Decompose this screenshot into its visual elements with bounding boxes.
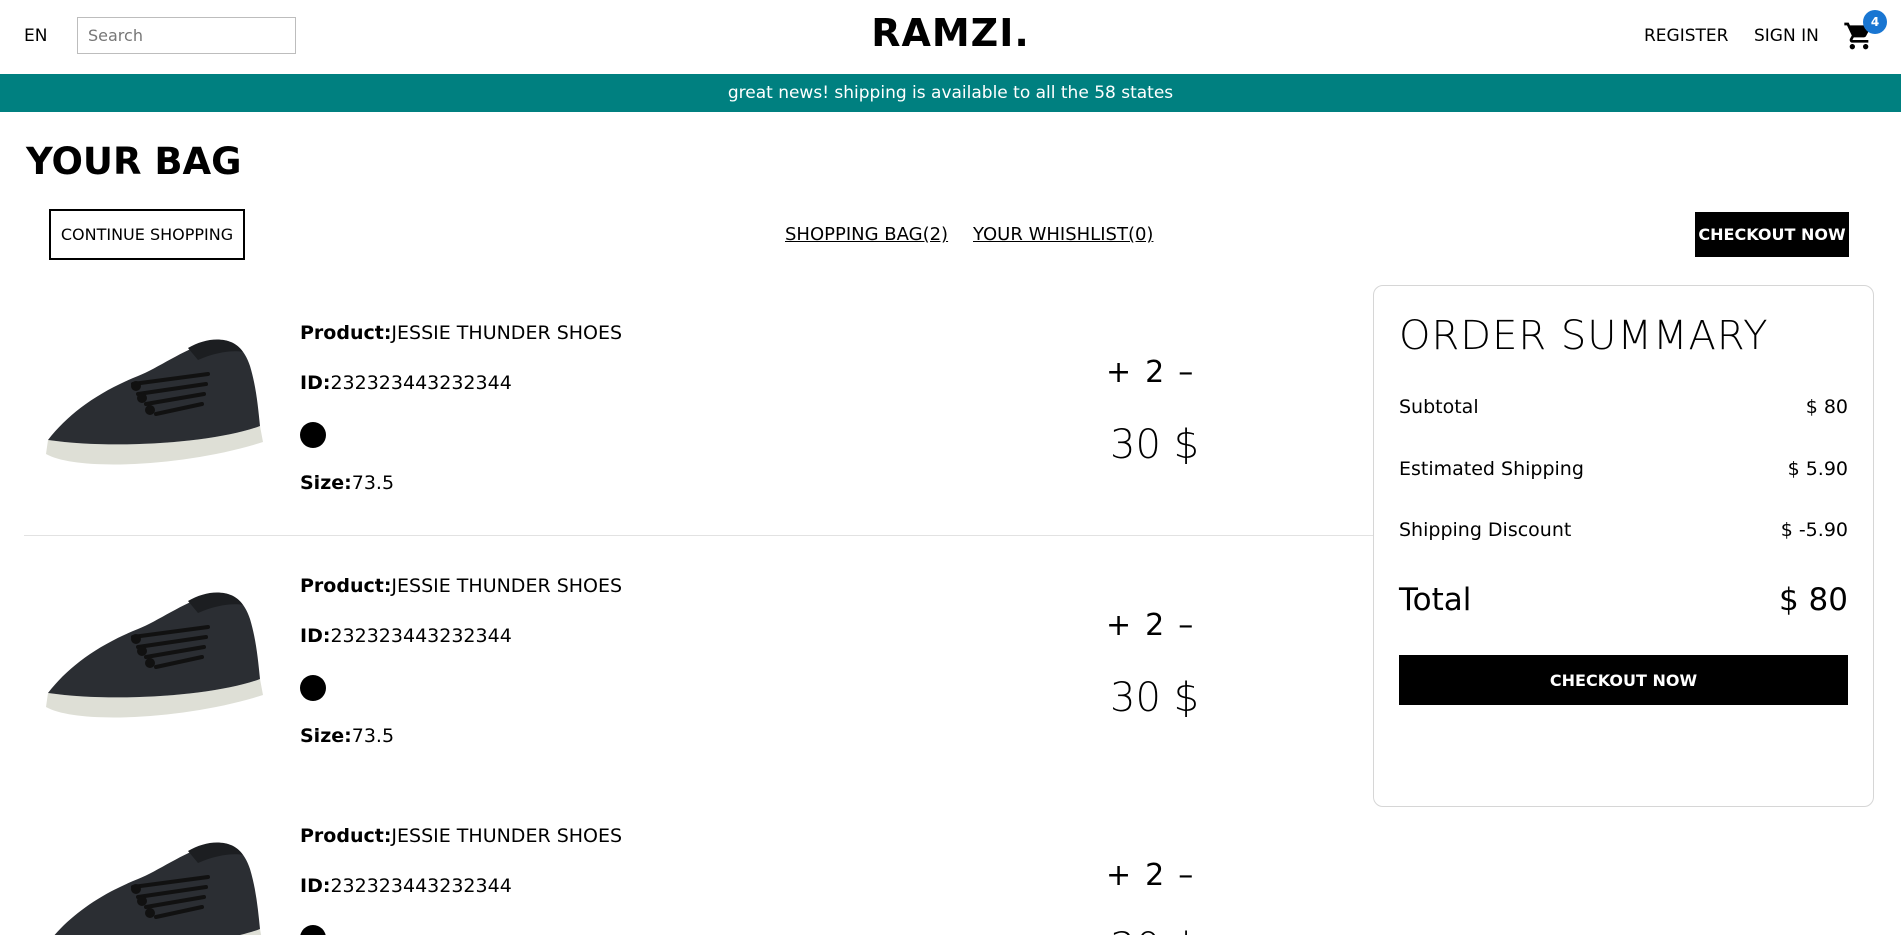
product-label: Product: bbox=[300, 322, 392, 344]
cart-count-badge: 4 bbox=[1863, 10, 1887, 34]
product-label: Product: bbox=[300, 575, 392, 597]
cart-button[interactable]: 4 bbox=[1843, 10, 1887, 52]
shopping-bag-link[interactable]: SHOPPING BAG(2) bbox=[785, 224, 948, 245]
product-name-line: Product:JESSIE THUNDER SHOES bbox=[300, 575, 622, 597]
id-label: ID: bbox=[300, 875, 331, 897]
quantity-value: 2 bbox=[1145, 355, 1165, 390]
product-price: 30 $ bbox=[1110, 925, 1199, 935]
id-label: ID: bbox=[300, 372, 331, 394]
product-name: JESSIE THUNDER SHOES bbox=[391, 575, 623, 597]
quantity-stepper: + 2 – bbox=[1106, 858, 1193, 893]
search-input[interactable] bbox=[88, 26, 285, 45]
increase-quantity-button[interactable]: + bbox=[1106, 608, 1131, 643]
product-image bbox=[46, 592, 263, 718]
size-label: Size: bbox=[300, 472, 352, 494]
language-selector[interactable]: EN bbox=[24, 26, 47, 46]
search-box[interactable] bbox=[77, 17, 296, 54]
summary-subtotal-row: Subtotal $ 80 bbox=[1399, 396, 1848, 418]
shipping-label: Estimated Shipping bbox=[1399, 458, 1584, 480]
continue-shopping-button[interactable]: CONTINUE SHOPPING bbox=[49, 209, 245, 260]
product-size-line: Size:73.5 bbox=[300, 472, 394, 494]
product-size: 73.5 bbox=[351, 725, 395, 747]
decrease-quantity-button[interactable]: – bbox=[1178, 355, 1193, 390]
checkout-now-top-button[interactable]: CHECKOUT NOW bbox=[1695, 212, 1849, 257]
shipping-value: $ 5.90 bbox=[1787, 458, 1848, 480]
announcement-bar: great news! shipping is available to all… bbox=[0, 74, 1901, 112]
product-id: 232323443232344 bbox=[330, 625, 512, 647]
product-color-swatch bbox=[300, 925, 326, 935]
product-color-swatch bbox=[300, 422, 326, 448]
quantity-value: 2 bbox=[1145, 858, 1165, 893]
decrease-quantity-button[interactable]: – bbox=[1178, 858, 1193, 893]
item-divider bbox=[24, 535, 1374, 536]
product-size: 73.5 bbox=[351, 472, 395, 494]
product-name: JESSIE THUNDER SHOES bbox=[391, 825, 623, 847]
total-value: $ 80 bbox=[1778, 582, 1848, 618]
summary-title: ORDER SUMMARY bbox=[1399, 313, 1769, 359]
product-label: Product: bbox=[300, 825, 392, 847]
product-name-line: Product:JESSIE THUNDER SHOES bbox=[300, 825, 622, 847]
total-label: Total bbox=[1399, 582, 1472, 618]
checkout-now-button[interactable]: CHECKOUT NOW bbox=[1399, 655, 1848, 705]
product-id-line: ID:232323443232344 bbox=[300, 875, 512, 897]
product-size-line: Size:73.5 bbox=[300, 725, 394, 747]
subtotal-label: Subtotal bbox=[1399, 396, 1479, 418]
product-name: JESSIE THUNDER SHOES bbox=[391, 322, 623, 344]
wishlist-link[interactable]: YOUR WHISHLIST(0) bbox=[973, 224, 1153, 245]
cart-item: Product:JESSIE THUNDER SHOES ID:23232344… bbox=[24, 788, 1374, 935]
increase-quantity-button[interactable]: + bbox=[1106, 858, 1131, 893]
cart-item: Product:JESSIE THUNDER SHOES ID:23232344… bbox=[24, 285, 1374, 537]
summary-discount-row: Shipping Discount $ -5.90 bbox=[1399, 519, 1848, 541]
cart-item: Product:JESSIE THUNDER SHOES ID:23232344… bbox=[24, 538, 1374, 790]
decrease-quantity-button[interactable]: – bbox=[1178, 608, 1193, 643]
product-image bbox=[46, 339, 263, 465]
quantity-value: 2 bbox=[1145, 608, 1165, 643]
quantity-stepper: + 2 – bbox=[1106, 355, 1193, 390]
increase-quantity-button[interactable]: + bbox=[1106, 355, 1131, 390]
navbar: EN RAMZI. REGISTER SIGN IN 4 bbox=[0, 0, 1901, 74]
id-label: ID: bbox=[300, 625, 331, 647]
page-title: YOUR BAG bbox=[26, 140, 242, 183]
summary-shipping-row: Estimated Shipping $ 5.90 bbox=[1399, 458, 1848, 480]
product-color-swatch bbox=[300, 675, 326, 701]
sign-in-link[interactable]: SIGN IN bbox=[1754, 26, 1819, 46]
discount-value: $ -5.90 bbox=[1780, 519, 1848, 541]
discount-label: Shipping Discount bbox=[1399, 519, 1572, 541]
product-id: 232323443232344 bbox=[330, 372, 512, 394]
product-id-line: ID:232323443232344 bbox=[300, 372, 512, 394]
product-id-line: ID:232323443232344 bbox=[300, 625, 512, 647]
product-image bbox=[54, 842, 262, 935]
order-summary: ORDER SUMMARY Subtotal $ 80 Estimated Sh… bbox=[1373, 285, 1874, 807]
product-name-line: Product:JESSIE THUNDER SHOES bbox=[300, 322, 622, 344]
product-price: 30 $ bbox=[1110, 422, 1200, 468]
size-label: Size: bbox=[300, 725, 352, 747]
subtotal-value: $ 80 bbox=[1805, 396, 1848, 418]
register-link[interactable]: REGISTER bbox=[1644, 26, 1728, 46]
product-price: 30 $ bbox=[1110, 675, 1200, 721]
summary-total-row: Total $ 80 bbox=[1399, 582, 1848, 618]
product-id: 232323443232344 bbox=[330, 875, 512, 897]
quantity-stepper: + 2 – bbox=[1106, 608, 1193, 643]
